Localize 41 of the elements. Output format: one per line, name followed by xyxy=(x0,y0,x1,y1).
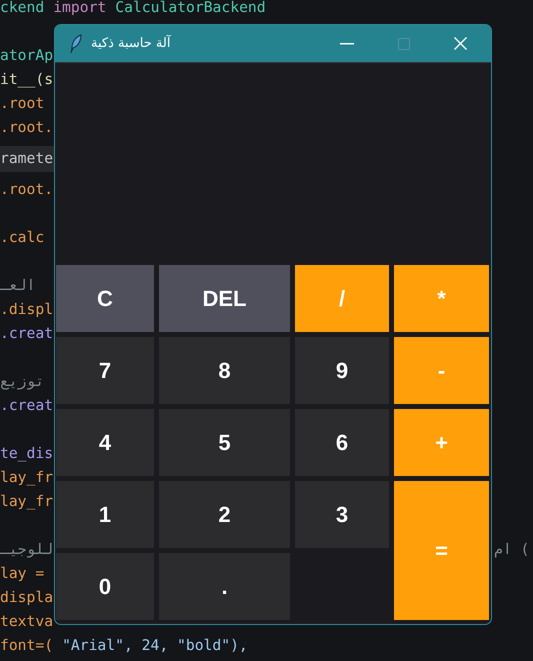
code-text: .calc xyxy=(0,228,44,248)
calculator-button[interactable]: 3 xyxy=(295,481,389,548)
window-title: آلة حاسبة ذكية xyxy=(91,36,170,51)
calculator-button[interactable]: 6 xyxy=(295,409,389,476)
code-text: lay_fr xyxy=(0,468,54,488)
code-text: ckend xyxy=(0,0,44,18)
code-text: atorAp xyxy=(0,46,54,66)
code-text: للوجيـ xyxy=(0,540,54,560)
code-text: .creat xyxy=(0,396,54,416)
calculator-button[interactable]: 9 xyxy=(295,337,389,404)
calculator-button[interactable]: 2 xyxy=(159,481,290,548)
code-text: .displ xyxy=(0,300,54,320)
calculator-button[interactable]: 0 xyxy=(56,553,154,620)
calculator-button[interactable]: . xyxy=(159,553,290,620)
calculator-button[interactable]: 1 xyxy=(56,481,154,548)
calculator-button[interactable]: DEL xyxy=(159,265,290,332)
minimize-icon[interactable] xyxy=(340,42,354,44)
code-text: font=( xyxy=(0,636,54,656)
code-text: .root xyxy=(0,94,44,114)
code-text: "Arial", 24, "bold"), xyxy=(62,636,248,656)
close-icon[interactable] xyxy=(454,37,467,50)
code-text: .root. xyxy=(0,180,54,200)
code-text: .root. xyxy=(0,118,54,138)
code-text: te_dis xyxy=(0,444,54,464)
code-text: lay = xyxy=(0,564,44,584)
code-text: displa xyxy=(0,588,54,608)
code-text: lay_fr xyxy=(0,492,54,512)
feather-icon xyxy=(69,34,83,54)
code-text: it__(s xyxy=(0,70,54,90)
code-text: import xyxy=(53,0,106,18)
code-comment: ام ( xyxy=(494,540,530,560)
calculator-button[interactable]: 8 xyxy=(159,337,290,404)
code-text: توزيع xyxy=(0,372,44,392)
calculator-button[interactable]: 5 xyxy=(159,409,290,476)
code-text: CalculatorBackend xyxy=(115,0,266,18)
calculator-button[interactable]: 7 xyxy=(56,337,154,404)
calculator-button[interactable]: C xyxy=(56,265,154,332)
code-text: .creat xyxy=(0,324,54,344)
calculator-button[interactable]: 4 xyxy=(56,409,154,476)
code-text: textva xyxy=(0,612,54,632)
code-text: العـ xyxy=(0,276,36,296)
